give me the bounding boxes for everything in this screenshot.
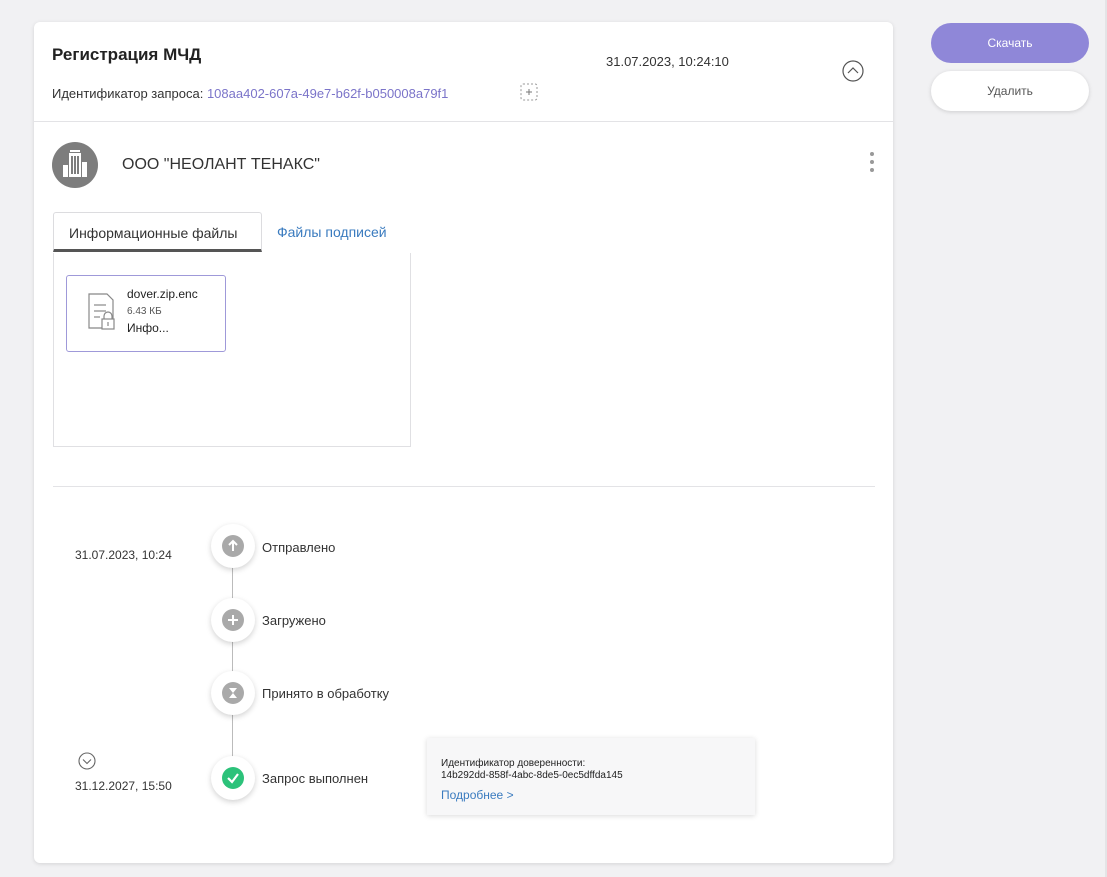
timeline-step-processing xyxy=(211,671,255,715)
request-date: 31.07.2023, 10:24:10 xyxy=(606,54,729,69)
building-icon xyxy=(63,150,87,177)
file-card[interactable]: dover.zip.enc 6.43 КБ Инфо... xyxy=(66,275,226,352)
timeline-date-completed: 31.12.2027, 15:50 xyxy=(75,779,172,793)
info-title: Идентификатор доверенности: xyxy=(441,758,586,769)
file-tabs: Информационные файлы Файлы подписей xyxy=(53,212,411,253)
timeline-date-sent: 31.07.2023, 10:24 xyxy=(75,548,172,562)
chevron-up-icon[interactable] xyxy=(842,60,864,82)
timeline-label-uploaded: Загружено xyxy=(262,613,326,628)
file-name: dover.zip.enc xyxy=(127,287,198,301)
request-card: Регистрация МЧД 31.07.2023, 10:24:10 Иде… xyxy=(34,22,893,863)
organization-name: ООО "НЕОЛАНТ ТЕНАКС" xyxy=(122,156,320,173)
timeline-divider xyxy=(53,486,875,487)
check-icon xyxy=(227,773,239,784)
tab-signature-files[interactable]: Файлы подписей xyxy=(262,212,402,252)
timeline-label-completed: Запрос выполнен xyxy=(262,771,369,786)
download-button[interactable]: Скачать xyxy=(931,23,1089,63)
timeline-label-processing: Принято в обработку xyxy=(262,686,390,701)
timeline-step-sent xyxy=(211,524,255,568)
timeline-line xyxy=(232,552,233,774)
page-title: Регистрация МЧД xyxy=(52,45,202,64)
chevron-down-icon[interactable] xyxy=(78,752,96,770)
timeline-step-uploaded xyxy=(211,598,255,642)
power-of-attorney-info: Идентификатор доверенности: 14b292dd-858… xyxy=(427,738,755,815)
file-size: 6.43 КБ xyxy=(127,306,162,317)
details-link[interactable]: Подробнее > xyxy=(441,788,514,802)
timeline-label-sent: Отправлено xyxy=(262,540,336,555)
plus-icon xyxy=(228,615,238,625)
delete-button[interactable]: Удалить xyxy=(931,71,1089,111)
copy-icon[interactable] xyxy=(519,82,539,102)
timeline-step-completed xyxy=(211,756,255,800)
hourglass-icon xyxy=(229,688,237,698)
file-type: Инфо... xyxy=(127,321,169,335)
info-value: 14b292dd-858f-4abc-8de5-0ec5dffda145 xyxy=(441,770,623,781)
more-menu-icon[interactable] xyxy=(867,152,877,182)
arrow-up-icon xyxy=(228,539,238,551)
request-id-label: Идентификатор запроса: xyxy=(52,86,207,101)
request-id-value[interactable]: 108aa402-607a-49e7-b62f-b050008a79f1 xyxy=(207,86,448,101)
request-id-row: Идентификатор запроса: 108aa402-607a-49e… xyxy=(52,86,448,101)
encrypted-file-icon xyxy=(88,293,115,330)
organization-avatar xyxy=(52,142,98,188)
header-divider xyxy=(34,121,893,122)
files-panel: dover.zip.enc 6.43 КБ Инфо... xyxy=(53,253,411,447)
tab-info-files[interactable]: Информационные файлы xyxy=(53,212,262,252)
